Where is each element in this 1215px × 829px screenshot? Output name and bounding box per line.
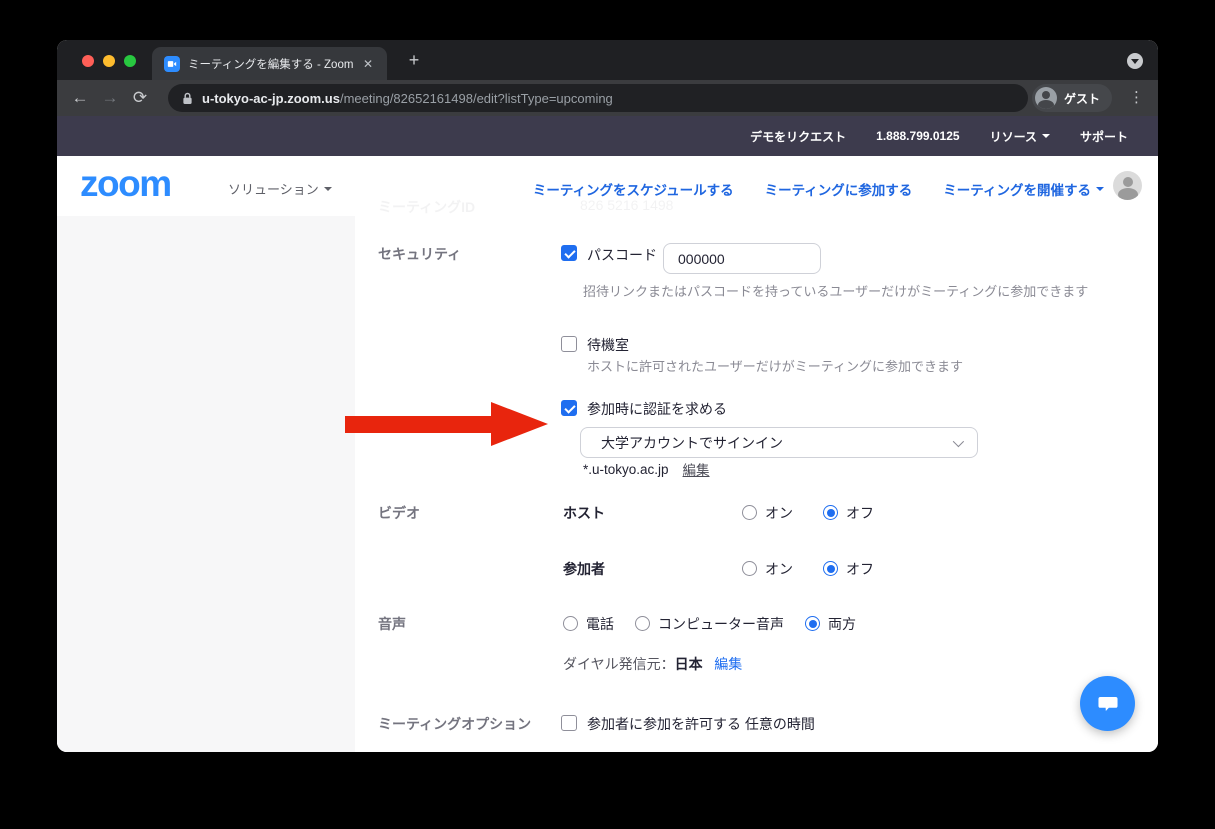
zoom-logo[interactable]: zoom [80, 163, 171, 205]
join-anytime-label: 参加者に参加を許可する 任意の時間 [587, 714, 815, 734]
require-auth-label: 参加時に認証を求める [587, 399, 727, 419]
new-tab-button[interactable]: + [402, 50, 426, 71]
account-avatar[interactable] [1113, 171, 1142, 200]
user-avatar-icon [1035, 87, 1057, 109]
browser-tab-bar: ミーティングを編集する - Zoom ✕ + [57, 40, 1158, 80]
video-participant-off-label: オフ [846, 559, 874, 579]
host-meeting-menu[interactable]: ミーティングを開催する [943, 179, 1104, 199]
resources-menu[interactable]: リソース [990, 128, 1050, 145]
minimize-window-button[interactable] [103, 55, 115, 67]
video-participant-off-radio[interactable] [823, 561, 838, 576]
audio-phone-radio[interactable] [563, 616, 578, 631]
passcode-checkbox[interactable] [561, 245, 577, 261]
reload-button[interactable]: ⟳ [125, 88, 155, 108]
audio-phone-label: 電話 [586, 614, 614, 634]
auth-domain-text: *.u-tokyo.ac.jp [583, 462, 669, 477]
auth-domain-edit-link[interactable]: 編集 [683, 459, 710, 479]
guest-label: ゲスト [1064, 90, 1100, 107]
phone-number-link[interactable]: 1.888.799.0125 [876, 129, 959, 143]
audio-both-radio[interactable] [805, 616, 820, 631]
chevron-down-icon [1042, 134, 1050, 138]
auth-method-select[interactable]: 大学アカウントでサインイン [580, 427, 978, 458]
passcode-help-text: 招待リンクまたはパスコードを持っているユーザーだけがミーティングに参加できます [583, 281, 1088, 300]
waiting-room-checkbox[interactable] [561, 336, 577, 352]
chevron-down-icon [1131, 59, 1139, 64]
meeting-edit-form: セキュリティ パスコード 招待リンクまたはパスコードを持っているユーザーだけがミ… [57, 216, 1158, 752]
security-section-label: セキュリティ [378, 244, 461, 264]
url-host: u-tokyo-ac-jp.zoom.us [202, 91, 340, 106]
tab-title: ミーティングを編集する - Zoom [188, 56, 359, 72]
back-button[interactable]: ← [65, 88, 95, 108]
support-link[interactable]: サポート [1080, 128, 1128, 145]
forward-button[interactable]: → [95, 88, 125, 108]
video-participant-label: 参加者 [563, 559, 605, 579]
zoom-favicon-icon [164, 56, 180, 72]
fullscreen-window-button[interactable] [124, 55, 136, 67]
schedule-meeting-link[interactable]: ミーティングをスケジュールする [533, 179, 734, 199]
close-window-button[interactable] [82, 55, 94, 67]
chevron-down-icon [1096, 187, 1104, 191]
waiting-room-help-text: ホストに許可されたユーザーだけがミーティングに参加できます [587, 356, 963, 375]
audio-computer-label: コンピューター音声 [658, 614, 784, 634]
url-path: /meeting/82652161498/edit?listType=upcom… [340, 91, 613, 106]
passcode-label: パスコード [587, 245, 657, 265]
solutions-menu[interactable]: ソリューション [228, 179, 332, 198]
ghost-meeting-id-label: ミーティングID [378, 197, 475, 217]
require-auth-checkbox[interactable] [561, 400, 577, 416]
dial-from-row: ダイヤル発信元：日本 編集 [563, 654, 742, 674]
audio-section-label: 音声 [378, 614, 406, 634]
dial-edit-link[interactable]: 編集 [714, 656, 742, 672]
chat-bubble-icon [1095, 691, 1121, 717]
tab-search-button[interactable] [1127, 53, 1143, 69]
ghost-meeting-id-value: 826 5216 1498 [580, 197, 673, 213]
browser-window: ミーティングを編集する - Zoom ✕ + ← → ⟳ u-tokyo-ac-… [57, 40, 1158, 752]
arrow-head [491, 402, 548, 446]
browser-menu-icon[interactable]: ⋮ [1129, 88, 1144, 106]
video-host-off-radio[interactable] [823, 505, 838, 520]
zoom-top-banner: デモをリクエスト 1.888.799.0125 リソース サポート [57, 116, 1158, 156]
video-section-label: ビデオ [378, 503, 420, 523]
address-bar[interactable]: u-tokyo-ac-jp.zoom.us/meeting/8265216149… [168, 84, 1028, 112]
auth-method-value: 大学アカウントでサインイン [601, 433, 953, 453]
chevron-down-icon [324, 187, 332, 191]
video-participant-on-label: オン [765, 559, 793, 579]
audio-computer-radio[interactable] [635, 616, 650, 631]
auth-domain-row: *.u-tokyo.ac.jp 編集 [583, 459, 710, 479]
active-tab[interactable]: ミーティングを編集する - Zoom ✕ [152, 47, 387, 80]
passcode-input[interactable] [663, 243, 821, 274]
audio-both-label: 両方 [828, 614, 856, 634]
request-demo-link[interactable]: デモをリクエスト [750, 128, 846, 145]
join-meeting-link[interactable]: ミーティングに参加する [765, 179, 913, 199]
dial-from-country: 日本 [675, 656, 703, 672]
chat-fab-button[interactable] [1080, 676, 1135, 731]
chevron-down-icon [953, 435, 964, 446]
arrow-shaft [345, 416, 491, 433]
join-anytime-checkbox[interactable] [561, 715, 577, 731]
browser-toolbar: ← → ⟳ u-tokyo-ac-jp.zoom.us/meeting/8265… [57, 80, 1158, 116]
waiting-room-label: 待機室 [587, 335, 629, 355]
video-host-on-label: オン [765, 503, 793, 523]
zoom-site-header: zoom ソリューション ミーティングをスケジュールする ミーティングに参加する… [57, 156, 1158, 216]
tab-close-icon[interactable]: ✕ [359, 55, 377, 73]
video-participant-on-radio[interactable] [742, 561, 757, 576]
profile-guest-button[interactable]: ゲスト [1032, 84, 1112, 112]
video-host-label: ホスト [563, 503, 605, 523]
meeting-options-section-label: ミーティングオプション [378, 714, 531, 734]
video-host-off-label: オフ [846, 503, 874, 523]
left-sidebar [57, 216, 355, 752]
video-host-on-radio[interactable] [742, 505, 757, 520]
screenshot-stage: ミーティングを編集する - Zoom ✕ + ← → ⟳ u-tokyo-ac-… [0, 0, 1215, 829]
dial-from-label: ダイヤル発信元： [563, 656, 675, 672]
lock-icon [182, 92, 193, 105]
header-nav: ミーティングをスケジュールする ミーティングに参加する ミーティングを開催する [533, 179, 1104, 199]
